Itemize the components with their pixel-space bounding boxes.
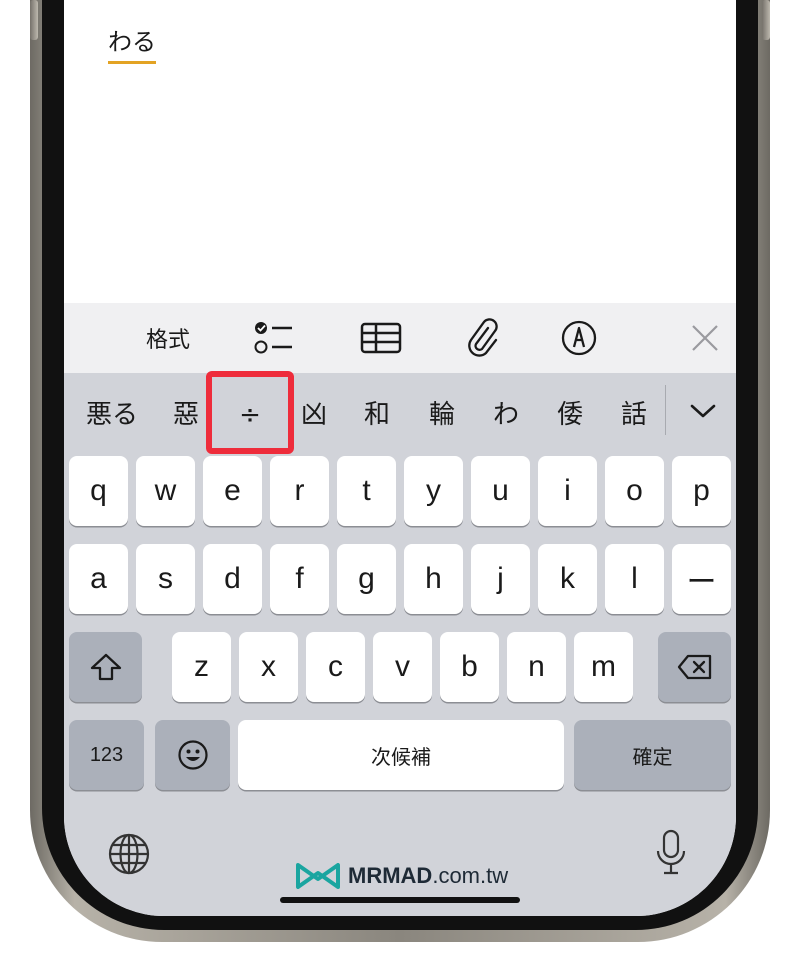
- microphone-icon: [656, 829, 686, 875]
- home-indicator[interactable]: [280, 897, 520, 903]
- numbers-key[interactable]: 123: [69, 720, 144, 790]
- candidate-divider: [665, 385, 666, 435]
- table-button[interactable]: [356, 303, 406, 373]
- markup-button[interactable]: [554, 303, 604, 373]
- key-i[interactable]: i: [538, 456, 597, 526]
- watermark-brand: MRMAD: [348, 863, 433, 888]
- format-button[interactable]: 格式: [128, 303, 208, 373]
- globe-icon: [108, 833, 150, 875]
- candidate-item[interactable]: わ: [480, 395, 532, 435]
- key-l[interactable]: l: [605, 544, 664, 614]
- emoji-icon: [177, 740, 208, 770]
- attachment-button[interactable]: [458, 303, 508, 373]
- candidate-item[interactable]: 悪る: [76, 395, 148, 435]
- key-b[interactable]: b: [440, 632, 499, 702]
- key-o[interactable]: o: [605, 456, 664, 526]
- globe-button[interactable]: [104, 829, 154, 879]
- candidate-highlight-box: [206, 371, 294, 454]
- candidate-item[interactable]: 和: [351, 395, 403, 435]
- keyboard: 悪る 惡 ÷ 凶 和 輪 わ 倭 話 q w e r t y u i o p a…: [64, 371, 736, 916]
- watermark: MRMAD.com.tw: [296, 859, 508, 893]
- key-r[interactable]: r: [270, 456, 329, 526]
- phone-screen: わる 格式 悪る 惡 ÷ 凶 和 輪 わ 倭 話 q w e r t y u i…: [64, 0, 736, 916]
- candidate-item[interactable]: 倭: [544, 395, 596, 435]
- key-d[interactable]: d: [203, 544, 262, 614]
- next-candidate-key[interactable]: 次候補: [238, 720, 564, 790]
- key-a[interactable]: a: [69, 544, 128, 614]
- key-j[interactable]: j: [471, 544, 530, 614]
- key-m[interactable]: m: [574, 632, 633, 702]
- side-button-left: [30, 0, 38, 40]
- markup-pen-icon: [561, 320, 597, 356]
- checklist-button[interactable]: [250, 303, 300, 373]
- side-button-right: [762, 0, 770, 40]
- watermark-text: MRMAD.com.tw: [348, 863, 508, 889]
- formatting-toolbar: 格式: [64, 303, 736, 373]
- key-v[interactable]: v: [373, 632, 432, 702]
- key-long-dash[interactable]: ー: [672, 544, 731, 614]
- key-f[interactable]: f: [270, 544, 329, 614]
- dictation-button[interactable]: [648, 827, 694, 879]
- key-p[interactable]: p: [672, 456, 731, 526]
- key-h[interactable]: h: [404, 544, 463, 614]
- candidate-item[interactable]: 凶: [288, 395, 340, 435]
- delete-icon: [677, 654, 711, 680]
- key-t[interactable]: t: [337, 456, 396, 526]
- paperclip-icon: [468, 318, 498, 357]
- key-u[interactable]: u: [471, 456, 530, 526]
- close-toolbar-button[interactable]: [680, 303, 730, 373]
- candidate-item[interactable]: 輪: [416, 395, 468, 435]
- mrmad-logo-icon: [296, 863, 340, 889]
- delete-key[interactable]: [658, 632, 731, 702]
- key-q[interactable]: q: [69, 456, 128, 526]
- key-x[interactable]: x: [239, 632, 298, 702]
- key-k[interactable]: k: [538, 544, 597, 614]
- expand-candidates-button[interactable]: [678, 391, 728, 431]
- key-w[interactable]: w: [136, 456, 195, 526]
- key-e[interactable]: e: [203, 456, 262, 526]
- checklist-icon: [254, 322, 292, 354]
- watermark-suffix: .com.tw: [432, 863, 509, 888]
- shift-icon: [90, 653, 121, 681]
- shift-key[interactable]: [69, 632, 142, 702]
- candidate-item[interactable]: 惡: [160, 395, 212, 435]
- chevron-down-icon: [690, 404, 716, 418]
- candidate-bar: 悪る 惡 ÷ 凶 和 輪 わ 倭 話: [64, 371, 736, 454]
- key-y[interactable]: y: [404, 456, 463, 526]
- key-n[interactable]: n: [507, 632, 566, 702]
- key-c[interactable]: c: [306, 632, 365, 702]
- candidate-item[interactable]: 話: [608, 395, 660, 435]
- table-icon: [360, 322, 402, 354]
- confirm-key[interactable]: 確定: [574, 720, 731, 790]
- composing-text[interactable]: わる: [108, 26, 156, 64]
- close-icon: [692, 325, 718, 351]
- emoji-key[interactable]: [155, 720, 230, 790]
- key-s[interactable]: s: [136, 544, 195, 614]
- key-g[interactable]: g: [337, 544, 396, 614]
- key-z[interactable]: z: [172, 632, 231, 702]
